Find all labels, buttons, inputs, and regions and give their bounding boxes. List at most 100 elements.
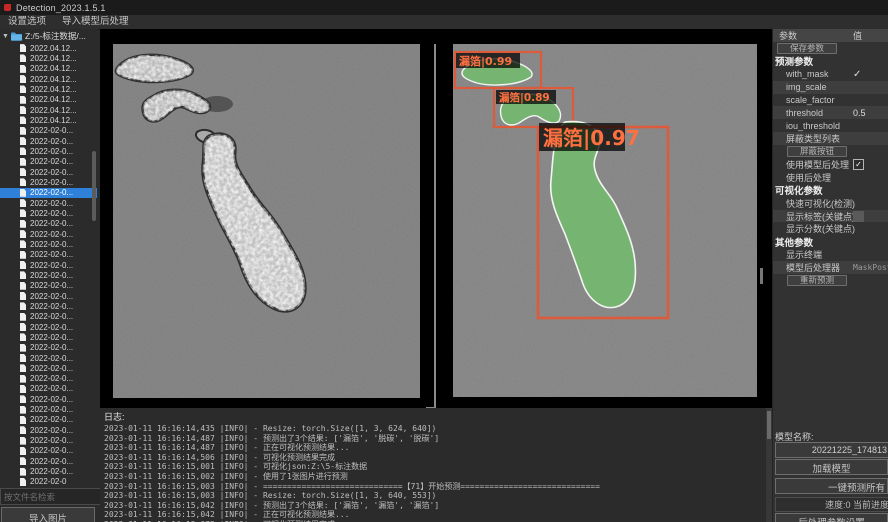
tree-item[interactable]: 2022-02-0... [0,374,97,384]
tree-item[interactable]: 2022-02-0... [0,208,97,218]
load-model-button[interactable]: 加载模型 [775,459,888,475]
predict-all-button[interactable]: 一键预测所有 [775,478,888,494]
tree-item-label: 2022-02-0... [30,292,73,301]
file-icon [20,437,26,445]
param-value[interactable]: MaskPostPro [853,261,888,274]
tree-item[interactable]: 2022.04.12... [0,64,97,74]
tree-item[interactable]: 2022-02-0... [0,394,97,404]
tree-item[interactable]: 2022-02-0... [0,198,97,208]
tree-item[interactable]: 2022-02-0... [0,229,97,239]
tree-item[interactable]: 2022-02-0... [0,239,97,249]
params-section-row: 预测参数 [773,55,888,68]
param-value[interactable] [853,210,864,223]
file-icon [20,354,26,362]
image-viewer-prediction[interactable]: 漏箔|0.99 漏箔|0.89 漏箔|0.97 [453,44,757,397]
param-button[interactable]: 重新预测 [787,275,847,286]
tree-item[interactable]: 2022-02-0... [0,322,97,332]
tree-item[interactable]: 2022-02-0... [0,446,97,456]
tree-item[interactable]: 2022-02-0... [0,343,97,353]
tree-item[interactable]: 2022-02-0... [0,291,97,301]
tree-item[interactable]: 2022-02-0... [0,353,97,363]
tree-item[interactable]: 2022-02-0... [0,126,97,136]
file-icon [20,416,26,424]
tree-item[interactable]: 2022-02-0... [0,250,97,260]
app-logo-icon [4,4,11,11]
tree-expand-caret-icon[interactable]: ▼ [2,33,9,40]
menu-item-2[interactable]: 导入模型后处理 [54,15,137,29]
log-line: 2023-01-11 16:16:15,001 |INFO| - 可视化json… [100,462,766,472]
postprocess-settings-button[interactable]: 后处理参数设置 [775,513,888,522]
tree-item-label: 2022.04.12... [30,95,77,104]
image-viewer-original[interactable] [113,44,420,398]
tree-item[interactable]: 2022-02-0... [0,146,97,156]
tree-item[interactable]: 2022-02-0... [0,157,97,167]
tree-item[interactable]: 2022.04.12... [0,43,97,53]
tree-item[interactable]: 2022-02-0... [0,260,97,270]
tree-item[interactable]: 2022-02-0... [0,456,97,466]
tree-item-label: 2022-02-0... [30,405,73,414]
tree-item[interactable]: 2022-02-0... [0,384,97,394]
model-name-field[interactable]: 20221225_174813 [775,442,888,458]
file-icon [20,468,26,476]
tree-item[interactable]: 2022-02-0... [0,415,97,425]
tree-item-label: 2022-02-0... [30,354,73,363]
param-button[interactable]: 屏蔽按钮 [787,146,847,157]
check-icon[interactable]: ✓ [853,68,861,81]
tree-item[interactable]: 2022-02-0... [0,281,97,291]
tree-item[interactable]: 2022-02-0 [0,477,97,487]
tree-item[interactable]: 2022.04.12... [0,95,97,105]
menu-item-1[interactable]: 设置选项 [0,15,54,29]
tree-item-label: 2022-02-0... [30,333,73,342]
tree-item-label: 2022-02-0... [30,467,73,476]
tree-item[interactable]: 2022-02-0... [0,136,97,146]
param-row: threshold0.5 [773,106,888,119]
file-icon [20,282,26,290]
tree-item[interactable]: 2022-02-0... [0,435,97,445]
search-input[interactable] [0,488,103,505]
tree-item-label: 2022.04.12... [30,106,77,115]
tree-item[interactable]: 2022-02-0... [0,177,97,187]
tree-item[interactable]: 2022-02-0... [0,466,97,476]
checkbox-checked-icon[interactable]: ✓ [853,159,864,170]
tree-root-folder[interactable]: ▼ Z:/5-标注数据/... [0,29,97,43]
tree-item-label: 2022-02-0... [30,188,73,197]
param-label: 使用后处理 [773,171,831,184]
tree-item[interactable]: 2022-02-0... [0,404,97,414]
param-row: iou_threshold [773,119,888,132]
left-viewer-scrollbar[interactable] [434,44,436,407]
tree-item-label: 2022-02-0... [30,250,73,259]
param-button[interactable]: 保存参数 [777,43,837,54]
tree-item-label: 2022-02-0... [30,364,73,373]
tree-item[interactable]: 2022-02-0... [0,301,97,311]
checkbox-empty-icon[interactable] [853,211,864,222]
param-value[interactable]: 0.5 [853,106,866,119]
log-scrollbar-handle[interactable] [767,411,771,439]
tree-item-label: 2022-02-0 [30,477,66,486]
param-label: img_scale [773,82,827,92]
tree-item-label: 2022-02-0... [30,281,73,290]
params-button-row: 重新预测 [773,274,888,287]
tree-item[interactable]: 2022-02-0... [0,332,97,342]
file-icon [20,75,26,83]
tree-item[interactable]: 2022-02-0... [0,312,97,322]
tree-scrollbar[interactable] [92,151,96,221]
tree-item[interactable]: 2022-02-0... [0,167,97,177]
tree-item-label: 2022-02-0... [30,137,73,146]
tree-item[interactable]: 2022.04.12... [0,105,97,115]
tree-item[interactable]: 2022-02-0... [0,270,97,280]
file-icon [20,406,26,414]
tree-item[interactable]: 2022-02-0... [0,219,97,229]
tree-item[interactable]: 2022.04.12... [0,84,97,94]
tree-item-label: 2022-02-0... [30,168,73,177]
import-images-button[interactable]: 导入图片 [1,507,95,522]
file-icon [20,375,26,383]
tree-item[interactable]: 2022.04.12... [0,74,97,84]
param-value[interactable]: ✓ [853,158,864,171]
right-viewer-scrollbar[interactable] [760,268,763,284]
tree-item[interactable]: 2022.04.12... [0,115,97,125]
tree-item[interactable]: 2022-02-0... [0,425,97,435]
tree-item[interactable]: 2022.04.12... [0,53,97,63]
tree-item[interactable]: 2022-02-0... [0,188,97,198]
tree-item-label: 2022.04.12... [30,116,77,125]
tree-item[interactable]: 2022-02-0... [0,363,97,373]
